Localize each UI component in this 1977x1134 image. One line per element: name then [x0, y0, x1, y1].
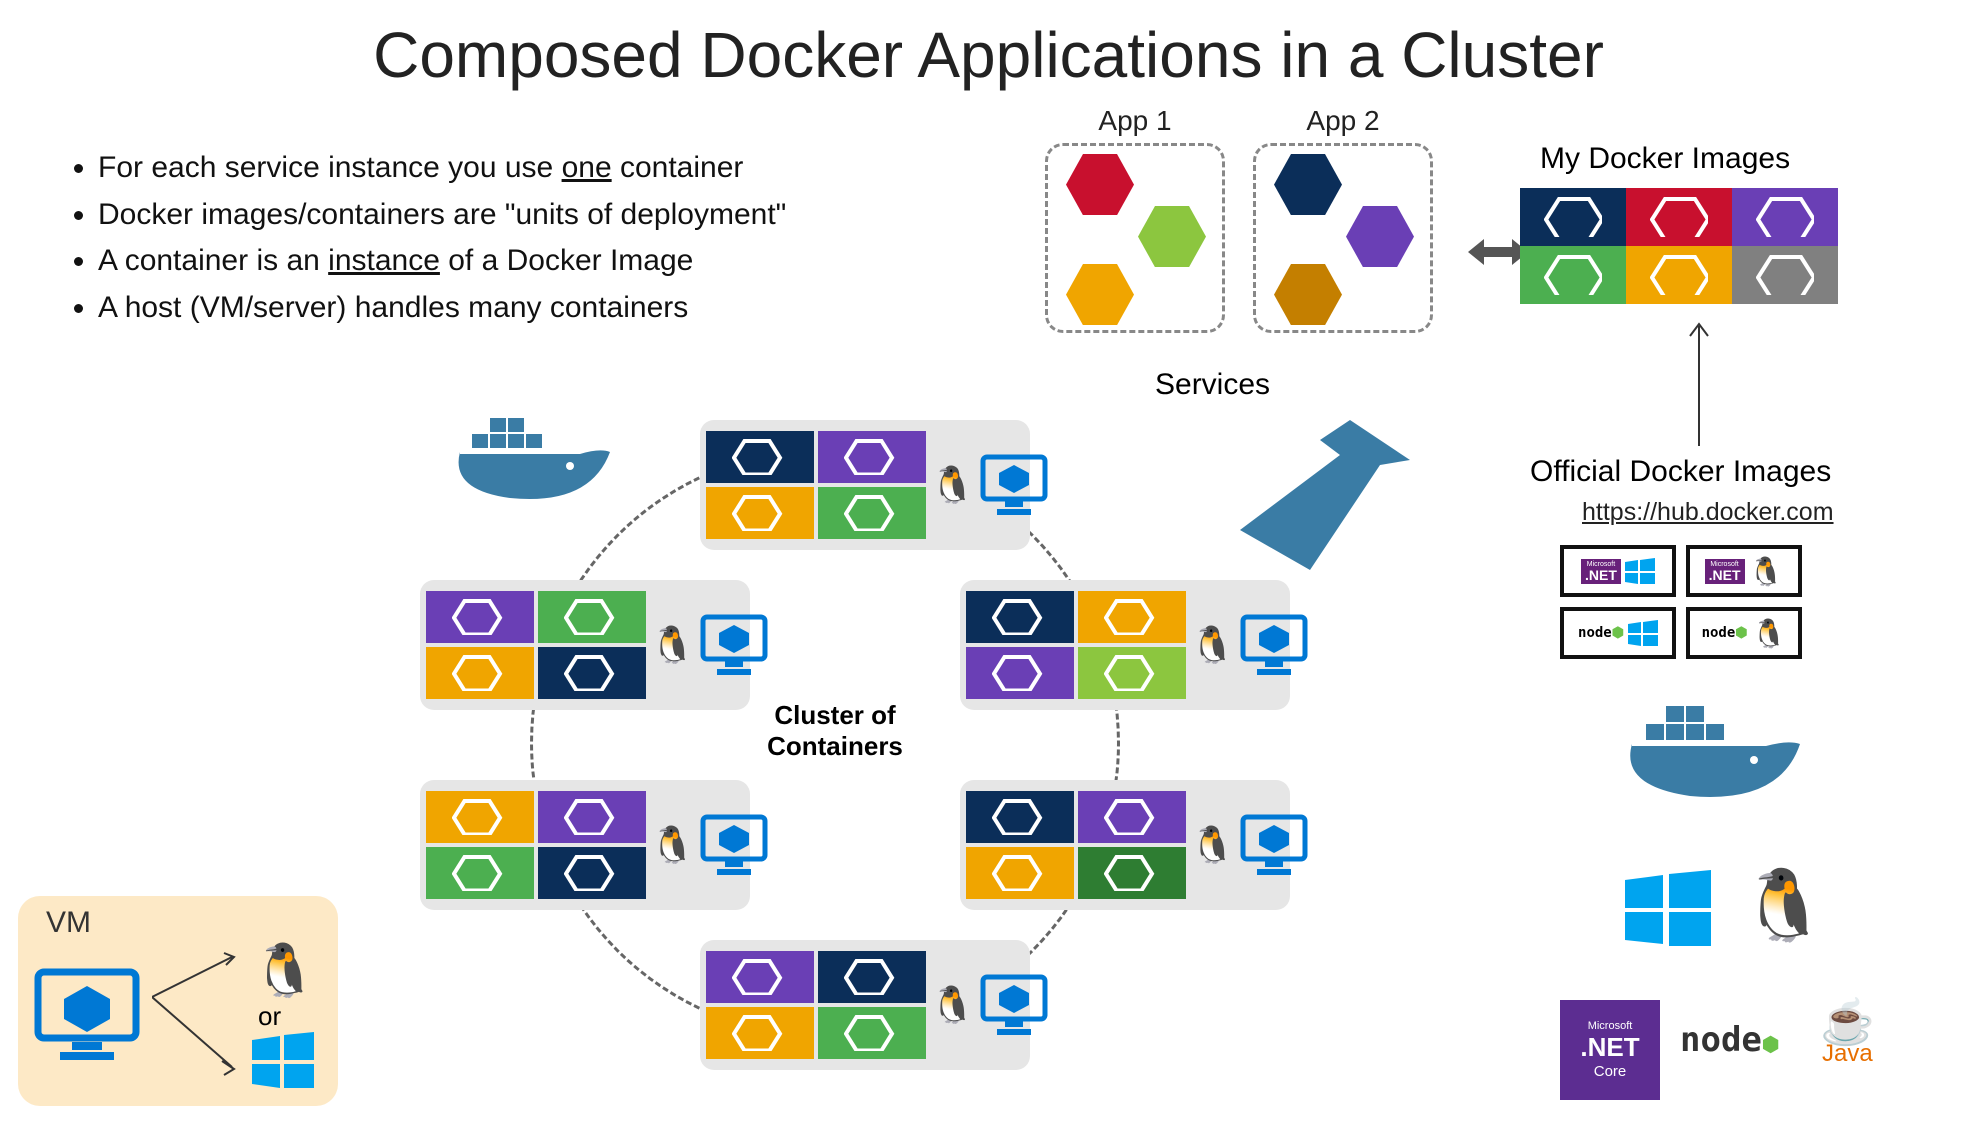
- bullet-item: A host (VM/server) handles many containe…: [98, 285, 786, 332]
- vm-branch-lines: [152, 947, 242, 1087]
- linux-icon: 🐧: [930, 984, 975, 1026]
- app1-box: [1045, 143, 1225, 333]
- apps-group: App 1 App 2: [1045, 145, 1433, 333]
- container-box-icon: [1078, 647, 1186, 699]
- app2-label: App 2: [1253, 105, 1433, 137]
- official-image-box: node⬢🐧: [1686, 607, 1802, 659]
- service-hex-icon: [1066, 154, 1134, 215]
- page-title: Composed Docker Applications in a Cluste…: [0, 0, 1977, 92]
- cluster-node: 🐧: [700, 940, 1030, 1070]
- container-box-icon: [966, 791, 1074, 843]
- vm-monitor-icon: [699, 813, 769, 877]
- container-box-icon: [706, 951, 814, 1003]
- vm-label: VM: [46, 906, 324, 940]
- cluster-node: 🐧: [420, 580, 750, 710]
- double-arrow-icon: [1468, 235, 1528, 274]
- docker-image-box: [1520, 246, 1626, 304]
- cluster-label: Cluster of Containers: [765, 700, 905, 762]
- linux-icon: 🐧: [252, 940, 317, 1001]
- vm-monitor-icon: [32, 966, 142, 1067]
- vm-monitor-icon: [979, 973, 1049, 1037]
- cluster-node: 🐧: [420, 780, 750, 910]
- vm-monitor-icon: [1239, 613, 1309, 677]
- docker-image-box: [1626, 246, 1732, 304]
- linux-icon: 🐧: [650, 624, 695, 666]
- docker-hub-link[interactable]: https://hub.docker.com: [1582, 498, 1834, 527]
- my-images-label: My Docker Images: [1540, 142, 1790, 176]
- container-box-icon: [818, 431, 926, 483]
- docker-whale-icon-2: [1620, 700, 1810, 825]
- nodejs-logo: node⬢: [1680, 1020, 1779, 1060]
- linux-icon: 🐧: [650, 824, 695, 866]
- deploy-arrow-icon: [1230, 410, 1430, 595]
- service-hex-icon: [1274, 154, 1342, 215]
- vm-monitor-icon: [979, 453, 1049, 517]
- container-box-icon: [966, 647, 1074, 699]
- official-images-grid: Microsoft.NETMicrosoft.NET🐧node⬢node⬢🐧: [1560, 545, 1802, 659]
- container-box-icon: [426, 791, 534, 843]
- service-hex-icon: [1274, 264, 1342, 325]
- my-images-grid: [1520, 188, 1838, 304]
- docker-image-box: [1626, 188, 1732, 246]
- container-box-icon: [426, 591, 534, 643]
- container-box-icon: [818, 487, 926, 539]
- up-arrow-icon: [1686, 316, 1712, 457]
- container-box-icon: [538, 647, 646, 699]
- container-box-icon: [818, 951, 926, 1003]
- bullet-list: For each service instance you use one co…: [70, 145, 786, 331]
- cluster-node: 🐧: [960, 780, 1290, 910]
- bullet-item: Docker images/containers are "units of d…: [98, 192, 786, 239]
- container-box-icon: [1078, 847, 1186, 899]
- app2-wrapper: App 2: [1253, 145, 1433, 333]
- or-label: or: [258, 1001, 317, 1032]
- container-box-icon: [538, 847, 646, 899]
- bullet-item: For each service instance you use one co…: [98, 145, 786, 192]
- container-box-icon: [966, 847, 1074, 899]
- app1-label: App 1: [1045, 105, 1225, 137]
- bullet-item: A container is an instance of a Docker I…: [98, 238, 786, 285]
- java-logo: ☕ Java: [1820, 1005, 1875, 1068]
- vm-monitor-icon: [699, 613, 769, 677]
- app1-wrapper: App 1: [1045, 145, 1225, 333]
- container-box-icon: [706, 431, 814, 483]
- vm-panel: VM 🐧 or: [18, 896, 338, 1106]
- official-images-label: Official Docker Images: [1530, 455, 1831, 489]
- dotnet-core-logo: Microsoft .NET Core: [1560, 1000, 1660, 1100]
- official-image-box: Microsoft.NET🐧: [1686, 545, 1802, 597]
- linux-icon: 🐧: [1190, 624, 1235, 666]
- service-hex-icon: [1138, 206, 1206, 267]
- cluster-node: 🐧: [960, 580, 1290, 710]
- official-image-box: node⬢: [1560, 607, 1676, 659]
- container-box-icon: [426, 647, 534, 699]
- app2-box: [1253, 143, 1433, 333]
- vm-monitor-icon: [1239, 813, 1309, 877]
- container-box-icon: [818, 1007, 926, 1059]
- windows-icon: [252, 1032, 317, 1093]
- windows-logo: [1625, 870, 1711, 951]
- linux-logo: 🐧: [1740, 865, 1827, 947]
- container-box-icon: [538, 791, 646, 843]
- container-box-icon: [538, 591, 646, 643]
- container-box-icon: [966, 591, 1074, 643]
- docker-image-box: [1732, 188, 1838, 246]
- services-label: Services: [1155, 368, 1270, 402]
- service-hex-icon: [1346, 206, 1414, 267]
- docker-whale-icon: [450, 410, 620, 525]
- linux-icon: 🐧: [1190, 824, 1235, 866]
- service-hex-icon: [1066, 264, 1134, 325]
- cluster-node: 🐧: [700, 420, 1030, 550]
- docker-image-box: [1732, 246, 1838, 304]
- container-box-icon: [426, 847, 534, 899]
- docker-image-box: [1520, 188, 1626, 246]
- container-box-icon: [706, 487, 814, 539]
- container-box-icon: [706, 1007, 814, 1059]
- official-image-box: Microsoft.NET: [1560, 545, 1676, 597]
- container-box-icon: [1078, 591, 1186, 643]
- linux-icon: 🐧: [930, 464, 975, 506]
- container-box-icon: [1078, 791, 1186, 843]
